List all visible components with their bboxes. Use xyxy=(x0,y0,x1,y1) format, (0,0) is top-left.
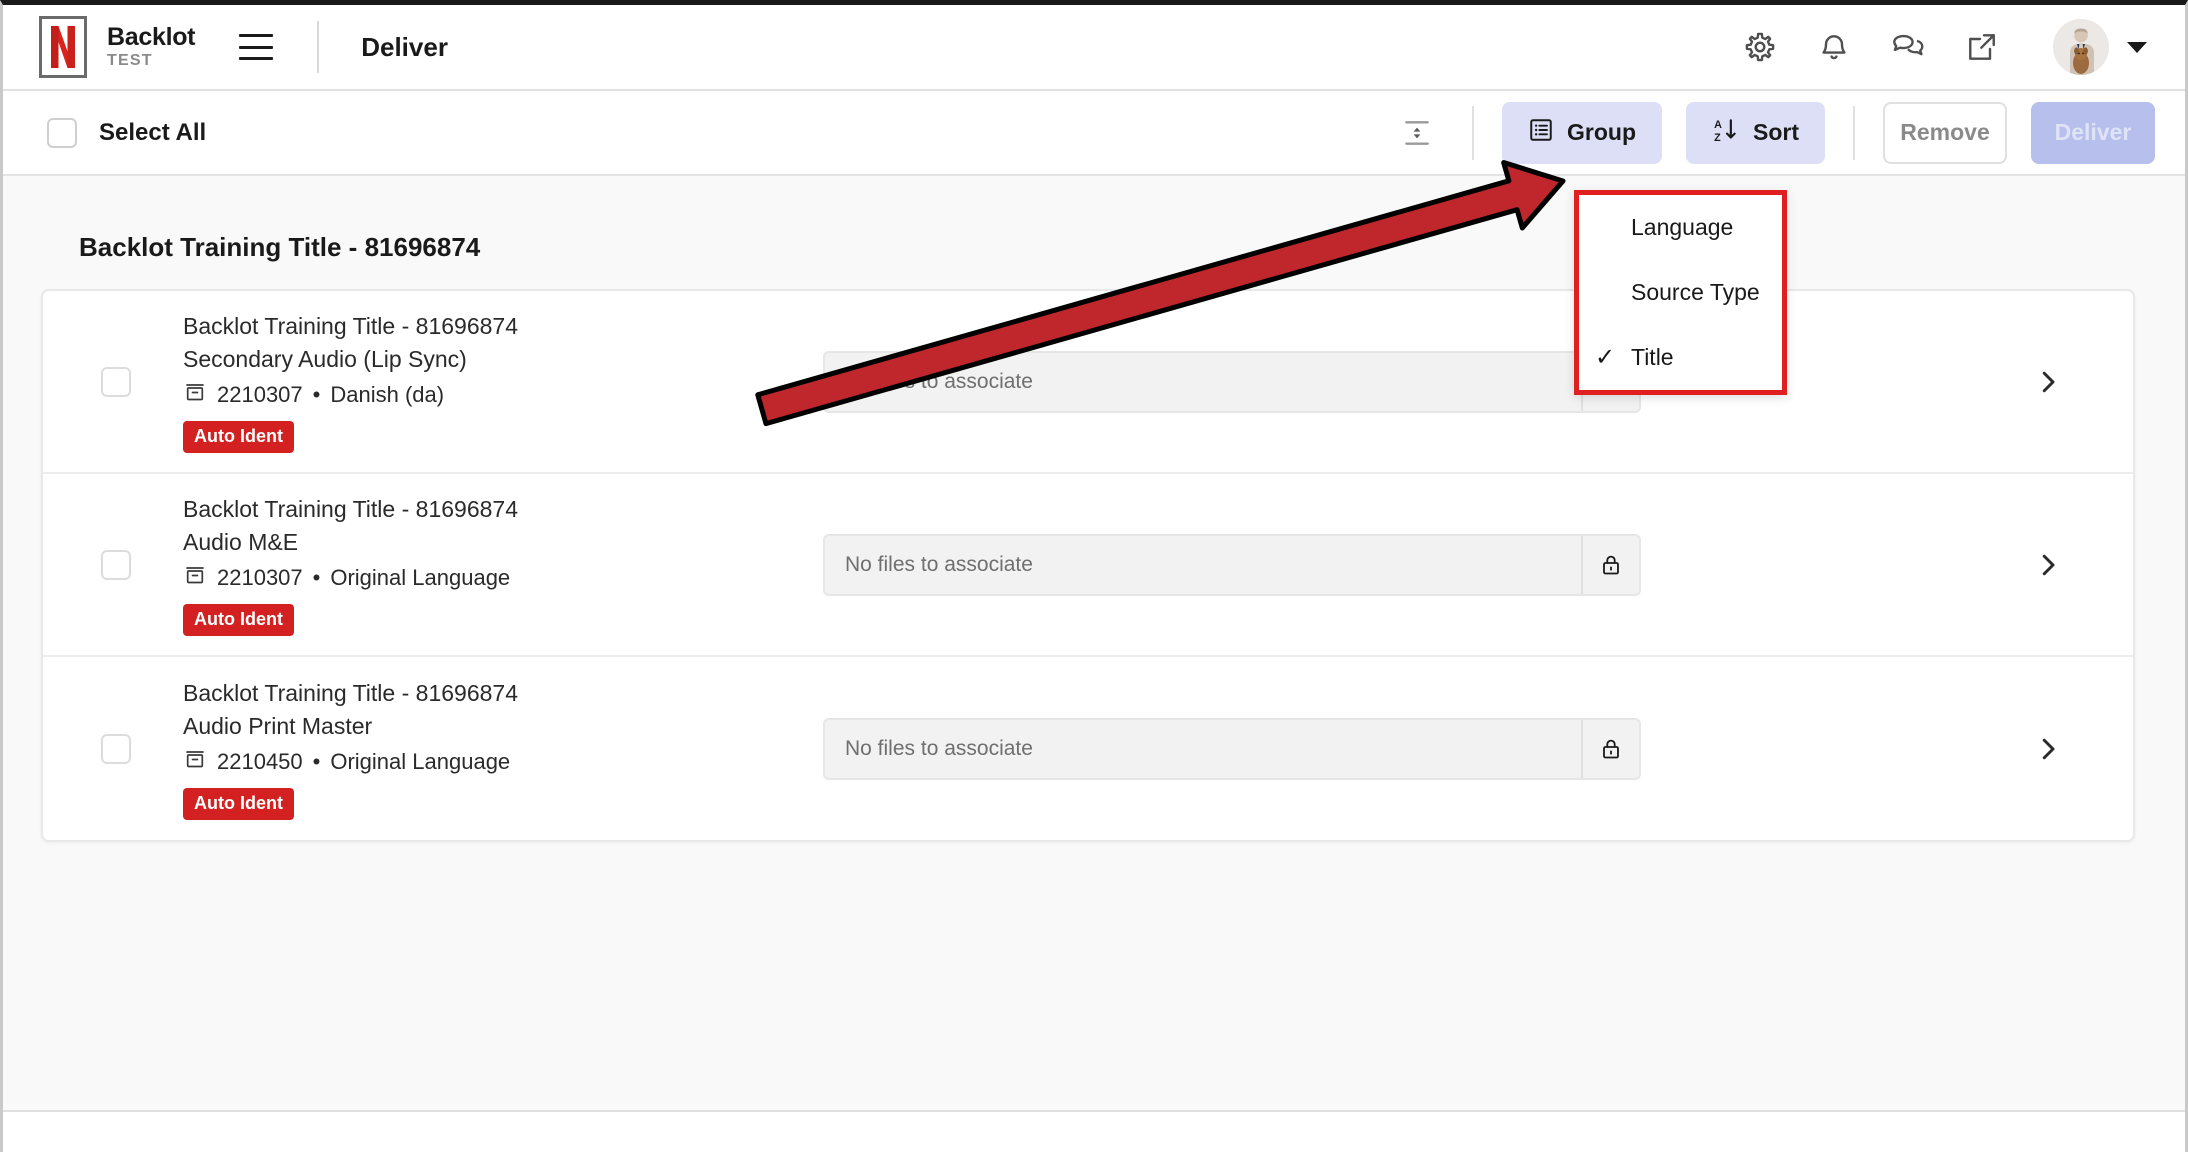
status-badge: Auto Ident xyxy=(183,421,294,454)
archive-box-icon xyxy=(183,380,207,410)
group-button-label: Group xyxy=(1567,119,1636,145)
svg-text:A: A xyxy=(1714,118,1722,130)
row-subtitle: Audio M&E xyxy=(183,528,299,555)
associate-files-placeholder: No files to associate xyxy=(845,552,1033,576)
brand-block[interactable]: Backlot TEST xyxy=(39,16,196,78)
chevron-right-icon[interactable] xyxy=(2033,550,2063,580)
app-window: Backlot TEST Deliver Select All Group A … xyxy=(0,0,2188,1152)
row-meta-id: 2210307 xyxy=(217,565,303,591)
row-title: Backlot Training Title - 81696874 xyxy=(183,312,518,339)
external-link-icon[interactable] xyxy=(1965,30,1999,64)
netflix-logo-icon xyxy=(39,16,87,78)
associate-files-placeholder: No files to associate xyxy=(845,736,1033,760)
select-all-checkbox[interactable] xyxy=(47,117,77,148)
gear-icon[interactable] xyxy=(1743,30,1777,64)
header-divider xyxy=(317,21,320,73)
group-menu-item-title[interactable]: ✓ Title xyxy=(1579,325,1782,390)
brand-name: Backlot xyxy=(107,22,196,51)
deliver-button-label: Deliver xyxy=(2054,119,2132,145)
row-title: Backlot Training Title - 81696874 xyxy=(183,495,518,522)
row-meta-language: Original Language xyxy=(330,565,511,591)
svg-text:Z: Z xyxy=(1714,131,1721,143)
sort-button-label: Sort xyxy=(1753,119,1799,145)
chevron-right-icon[interactable] xyxy=(2033,367,2063,397)
row-checkbox[interactable] xyxy=(101,733,131,764)
lock-icon[interactable] xyxy=(1581,535,1639,594)
file-bin-label: File Bin xyxy=(45,1148,139,1152)
chevron-right-icon[interactable] xyxy=(2033,734,2063,764)
chat-icon[interactable] xyxy=(1891,30,1925,64)
toolbar-divider-2 xyxy=(1853,105,1855,160)
check-icon: ✓ xyxy=(1595,344,1616,371)
group-menu-item-label: Language xyxy=(1631,214,1734,240)
row-meta: 2210307 • Danish (da) xyxy=(183,380,803,410)
asset-list: Backlot Training Title - 81696874 Second… xyxy=(41,289,2135,842)
remove-button-label: Remove xyxy=(1900,119,1990,145)
table-row[interactable]: Backlot Training Title - 81696874 Second… xyxy=(43,291,2133,474)
toolbar-right-group: Group A Z Sort Remove Deliver xyxy=(1396,101,2155,164)
avatar-photo xyxy=(2053,19,2109,75)
row-meta-language: Danish (da) xyxy=(330,382,445,408)
chevron-down-icon[interactable] xyxy=(2127,41,2147,53)
row-meta-id: 2210307 xyxy=(217,382,303,408)
table-row[interactable]: Backlot Training Title - 81696874 Audio … xyxy=(43,657,2133,840)
row-info: Backlot Training Title - 81696874 Audio … xyxy=(183,493,803,637)
brand-text: Backlot TEST xyxy=(107,22,196,70)
row-meta-separator: • xyxy=(312,749,321,775)
deliver-button[interactable]: Deliver xyxy=(2031,101,2155,164)
avatar[interactable] xyxy=(2053,19,2109,75)
toolbar-divider-1 xyxy=(1472,105,1474,160)
associate-files-field[interactable]: No files to associate xyxy=(823,350,1641,413)
remove-button[interactable]: Remove xyxy=(1883,101,2007,164)
chevron-up-icon[interactable] xyxy=(2109,1146,2143,1152)
content-area: Backlot Training Title - 81696874 Backlo… xyxy=(3,176,2185,1152)
expand-collapse-icon[interactable] xyxy=(1396,112,1438,154)
row-meta-language: Original Language xyxy=(330,749,511,775)
sort-az-icon: A Z xyxy=(1712,116,1740,150)
row-meta-id: 2210450 xyxy=(217,749,303,775)
row-meta: 2210450 • Original Language xyxy=(183,747,803,777)
row-meta-separator: • xyxy=(312,565,321,591)
header-actions xyxy=(1743,19,2147,75)
row-info: Backlot Training Title - 81696874 Audio … xyxy=(183,677,803,821)
user-menu[interactable] xyxy=(2053,19,2147,75)
associate-files-field[interactable]: No files to associate xyxy=(823,533,1641,596)
group-button[interactable]: Group xyxy=(1502,101,1662,164)
file-bin-panel[interactable]: File Bin xyxy=(3,1110,2185,1152)
row-checkbox[interactable] xyxy=(101,549,131,580)
row-info: Backlot Training Title - 81696874 Second… xyxy=(183,310,803,454)
lock-icon[interactable] xyxy=(1581,719,1639,778)
group-heading: Backlot Training Title - 81696874 xyxy=(79,232,481,262)
row-subtitle: Secondary Audio (Lip Sync) xyxy=(183,345,467,372)
hamburger-icon[interactable] xyxy=(239,34,274,60)
status-badge: Auto Ident xyxy=(183,788,294,821)
associate-files-field[interactable]: No files to associate xyxy=(823,717,1641,780)
row-subtitle: Audio Print Master xyxy=(183,712,373,739)
group-menu-item-source-type[interactable]: Source Type xyxy=(1579,260,1782,325)
archive-box-icon xyxy=(183,747,207,777)
group-menu-item-language[interactable]: Language xyxy=(1579,195,1782,260)
list-box-icon xyxy=(1528,117,1554,149)
group-menu-item-label: Source Type xyxy=(1631,279,1760,305)
archive-box-icon xyxy=(183,563,207,593)
associate-files-placeholder: No files to associate xyxy=(845,369,1033,393)
app-header: Backlot TEST Deliver xyxy=(3,5,2185,91)
action-toolbar: Select All Group A Z Sort Remove Deliver xyxy=(3,91,2185,176)
page-title: Deliver xyxy=(361,31,448,62)
netflix-n-glyph xyxy=(51,26,75,68)
row-meta: 2210307 • Original Language xyxy=(183,563,803,593)
group-dropdown-menu[interactable]: Language Source Type ✓ Title xyxy=(1574,190,1787,395)
group-menu-item-label: Title xyxy=(1631,344,1674,370)
row-title: Backlot Training Title - 81696874 xyxy=(183,679,518,706)
table-row[interactable]: Backlot Training Title - 81696874 Audio … xyxy=(43,474,2133,657)
row-meta-separator: • xyxy=(312,382,321,408)
row-checkbox[interactable] xyxy=(101,366,131,397)
sort-button[interactable]: A Z Sort xyxy=(1686,101,1825,164)
status-badge: Auto Ident xyxy=(183,604,294,637)
bell-icon[interactable] xyxy=(1817,30,1851,64)
brand-environment-label: TEST xyxy=(107,52,153,70)
select-all-control[interactable]: Select All xyxy=(47,117,207,148)
select-all-label: Select All xyxy=(99,118,207,146)
